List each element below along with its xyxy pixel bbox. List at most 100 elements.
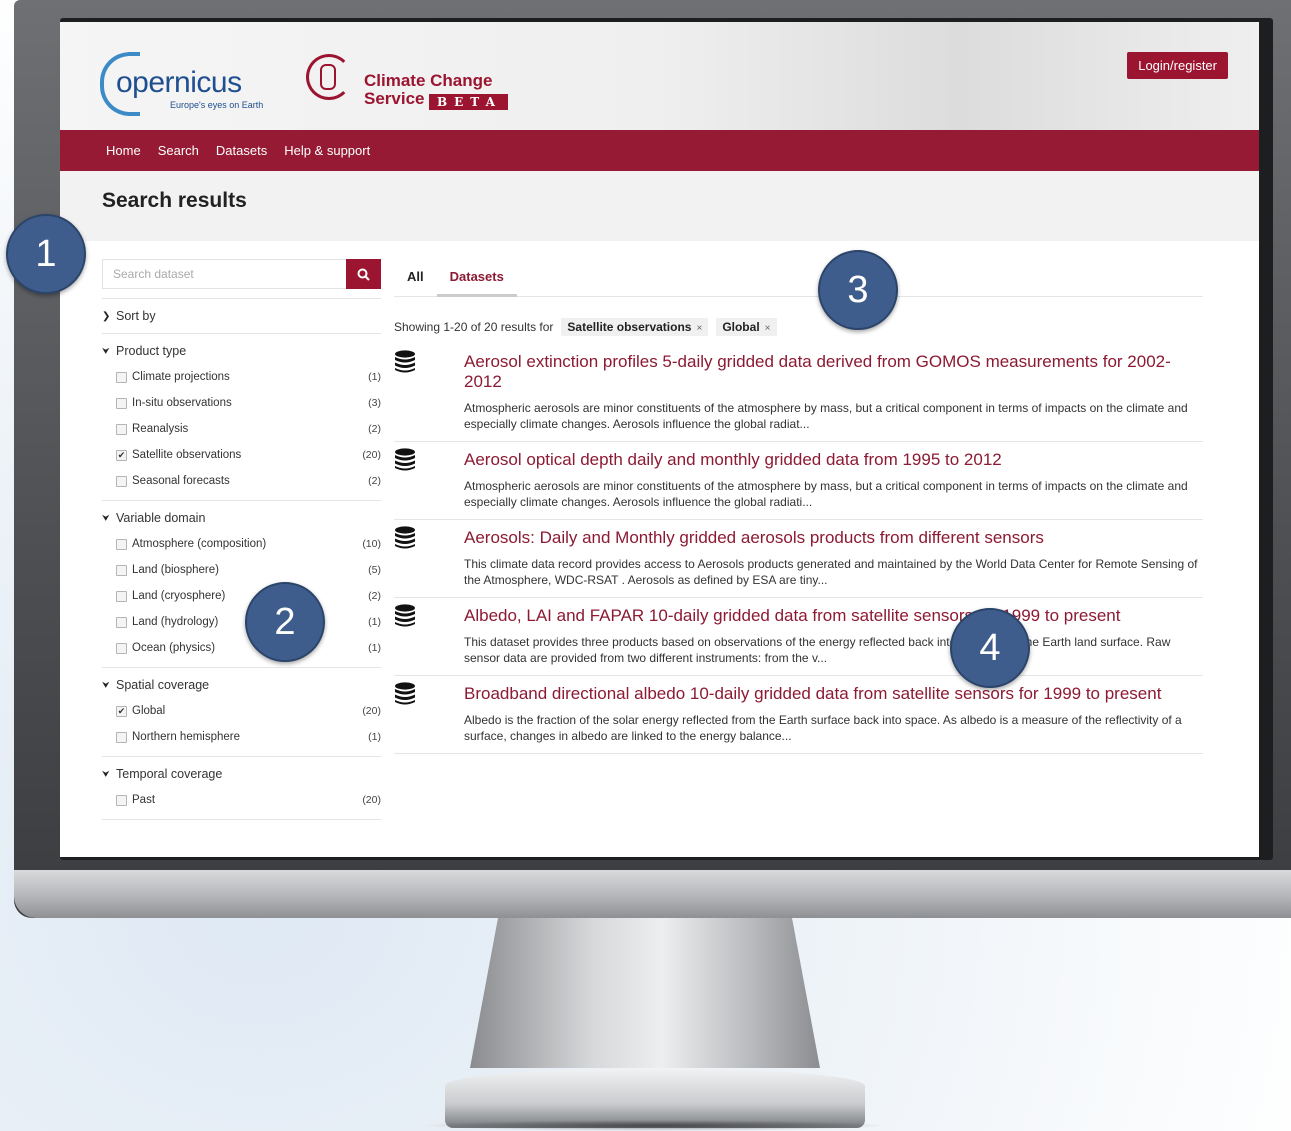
facet-option-count: (20) <box>362 705 381 717</box>
filter-chip[interactable]: Satellite observations × <box>561 318 709 336</box>
c3s-logo[interactable]: Climate Change Service BETA <box>306 52 536 112</box>
nav-item-search[interactable]: Search <box>158 143 199 158</box>
chevron-down-icon: ⮟ <box>102 679 110 690</box>
beta-badge: BETA <box>429 94 508 110</box>
close-icon[interactable]: × <box>696 323 702 334</box>
facet-option-count: (2) <box>368 475 381 487</box>
monitor-stand-base <box>445 1068 865 1128</box>
result-description: Albedo is the fraction of the solar ener… <box>464 713 1182 743</box>
search-button[interactable] <box>346 259 381 289</box>
checkbox[interactable] <box>116 371 127 383</box>
facet-option-count: (20) <box>362 449 381 461</box>
facet-option-count: (3) <box>368 397 381 409</box>
result-title-link[interactable]: Broadband directional albedo 10-daily gr… <box>464 684 1203 704</box>
facet-option[interactable]: Reanalysis (2) <box>102 416 381 442</box>
site-header: opernicus Europe's eyes on Earth Climate… <box>60 22 1259 130</box>
facet-group: ⮟ Variable domain Atmosphere (composition)… <box>102 500 381 667</box>
facet-option-count: (1) <box>368 616 381 628</box>
chevron-down-icon: ⮟ <box>102 345 110 356</box>
facet-option-label: Climate projections <box>132 371 230 383</box>
nav-item-datasets[interactable]: Datasets <box>216 143 267 158</box>
result-title-link[interactable]: Aerosol extinction profiles 5-daily grid… <box>464 352 1203 392</box>
facet-option-label: Seasonal forecasts <box>132 475 230 487</box>
facet-group: ⮟ Temporal coverage Past (20) <box>102 756 381 820</box>
facet-option[interactable]: ✔ Satellite observations (20) <box>102 442 381 468</box>
checkbox[interactable] <box>116 794 127 806</box>
facet-option-label: Satellite observations <box>132 449 242 461</box>
filter-chip[interactable]: Global × <box>716 318 777 336</box>
facet-option[interactable]: Northern hemisphere (1) <box>102 724 381 750</box>
facet-option[interactable]: Atmosphere (composition) (10) <box>102 531 381 557</box>
database-icon <box>395 604 415 627</box>
results-count-text: Showing 1-20 of 20 results for <box>394 320 554 334</box>
tab-all[interactable]: All <box>394 259 437 296</box>
facet-option[interactable]: Past (20) <box>102 787 381 813</box>
tab-datasets[interactable]: Datasets <box>436 259 517 297</box>
database-icon <box>395 448 415 471</box>
facet-option-count: (2) <box>368 423 381 435</box>
database-icon <box>395 350 415 373</box>
facet-title: Spatial coverage <box>116 678 210 692</box>
close-icon[interactable]: × <box>765 323 771 334</box>
facet-header[interactable]: ⮟ Temporal coverage <box>102 765 381 783</box>
facet-option-count: (5) <box>368 564 381 576</box>
facet-option[interactable]: Land (hydrology) (1) <box>102 609 381 635</box>
checkbox[interactable] <box>116 423 127 435</box>
checkbox[interactable] <box>116 642 127 654</box>
facet-title: Variable domain <box>116 511 206 525</box>
nav-item-help[interactable]: Help & support <box>284 143 370 158</box>
checkbox[interactable] <box>116 397 127 409</box>
facet-option-label: In-situ observations <box>132 397 232 409</box>
facet-option[interactable]: In-situ observations (3) <box>102 390 381 416</box>
facet-header[interactable]: ⮟ Spatial coverage <box>102 676 381 694</box>
copernicus-tagline: Europe's eyes on Earth <box>170 100 264 110</box>
results-summary: Showing 1-20 of 20 results for Satellite… <box>394 318 1203 336</box>
search-box <box>102 259 381 289</box>
checkbox[interactable] <box>116 538 127 550</box>
facet-option[interactable]: Ocean (physics) (1) <box>102 635 381 661</box>
checkbox-checked[interactable]: ✔ <box>116 449 127 461</box>
result-description: This climate data record provides access… <box>464 557 1198 587</box>
facet-option-label: Reanalysis <box>132 423 189 435</box>
result-title-link[interactable]: Aerosols: Daily and Monthly gridded aero… <box>464 528 1203 548</box>
facet-option-count: (1) <box>368 731 381 743</box>
chevron-down-icon: ⮟ <box>102 512 110 523</box>
facet-option[interactable]: ✔ Global (20) <box>102 698 381 724</box>
facet-option-count: (1) <box>368 642 381 654</box>
nav-item-home[interactable]: Home <box>106 143 141 158</box>
thermometer-icon <box>320 64 336 90</box>
login-register-button[interactable]: Login/register <box>1127 52 1228 79</box>
callout-badge-3: 3 <box>818 250 898 330</box>
search-input[interactable] <box>102 259 346 289</box>
checkbox[interactable] <box>116 564 127 576</box>
facet-option[interactable]: Seasonal forecasts (2) <box>102 468 381 494</box>
result-description: This dataset provides three products bas… <box>464 635 1171 665</box>
checkbox[interactable] <box>116 590 127 602</box>
screen: opernicus Europe's eyes on Earth Climate… <box>60 22 1259 857</box>
checkbox[interactable] <box>116 616 127 628</box>
result-title-link[interactable]: Albedo, LAI and FAPAR 10-daily gridded d… <box>464 606 1203 626</box>
c3s-title-line2: Service <box>364 89 425 108</box>
checkbox[interactable] <box>116 475 127 487</box>
checkbox[interactable] <box>116 731 127 743</box>
copernicus-wordmark: opernicus <box>116 66 242 99</box>
copernicus-logo[interactable]: opernicus Europe's eyes on Earth <box>100 52 270 116</box>
result-title-link[interactable]: Aerosol optical depth daily and monthly … <box>464 450 1203 470</box>
facet-header[interactable]: ⮟ Product type <box>102 342 381 360</box>
facet-header[interactable]: ⮟ Variable domain <box>102 509 381 527</box>
facet-option[interactable]: Climate projections (1) <box>102 364 381 390</box>
filter-chip-label: Satellite observations <box>567 320 692 334</box>
filter-sidebar: ❯ Sort by ⮟ Product type Climate projectio… <box>102 259 381 820</box>
main-nav: Home Search Datasets Help & support <box>60 130 1259 171</box>
facet-option[interactable]: Land (biosphere) (5) <box>102 557 381 583</box>
result-item: Aerosol optical depth daily and monthly … <box>394 442 1203 520</box>
result-description: Atmospheric aerosols are minor constitue… <box>464 401 1188 431</box>
facet-option[interactable]: Land (cryosphere) (2) <box>102 583 381 609</box>
database-icon <box>395 682 415 705</box>
monitor-chin <box>14 870 1291 918</box>
monitor-stand-shadow <box>420 1120 890 1131</box>
sort-by[interactable]: ❯ Sort by <box>102 298 381 333</box>
checkbox-checked[interactable]: ✔ <box>116 705 127 717</box>
callout-badge-1: 1 <box>6 214 86 294</box>
facet-option-label: Global <box>132 705 166 717</box>
